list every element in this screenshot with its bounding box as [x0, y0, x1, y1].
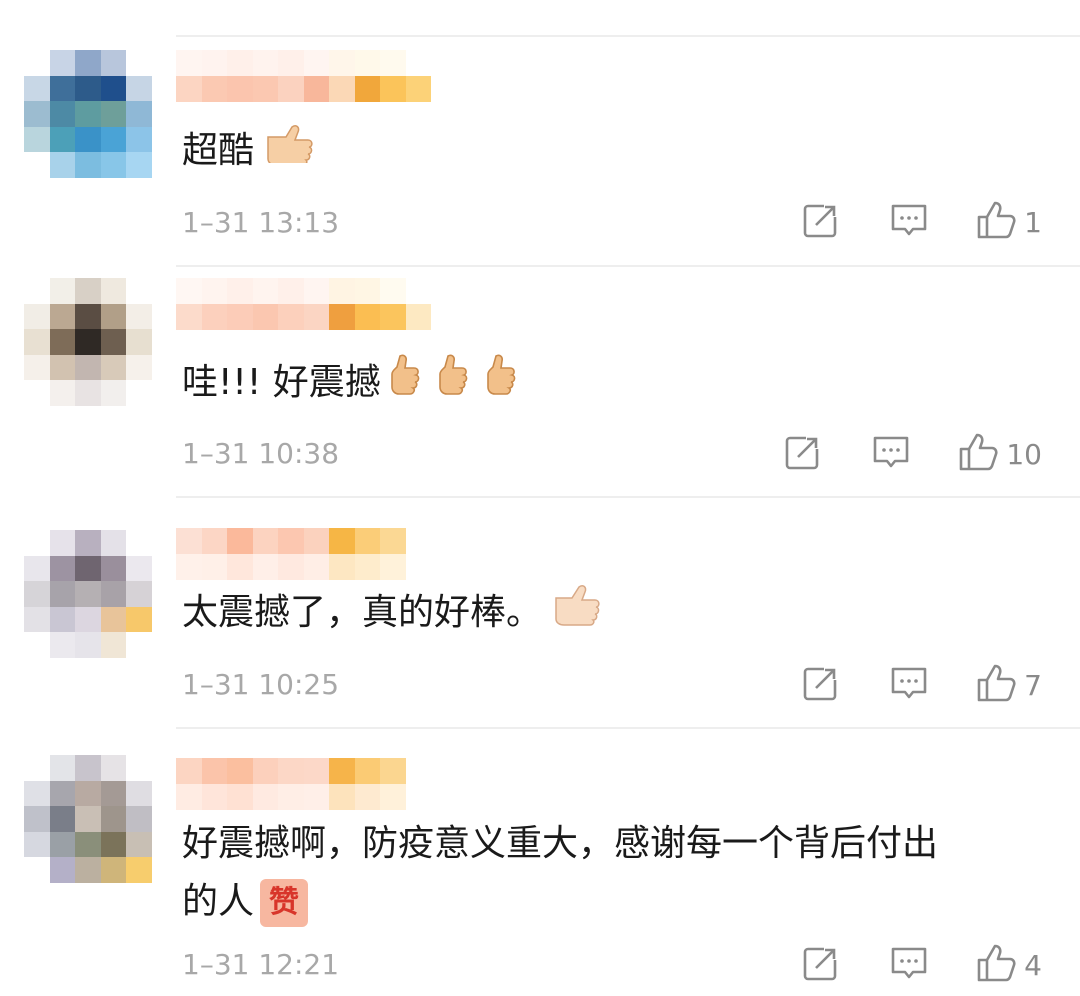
- divider: [176, 35, 1080, 37]
- comment-actions: 7: [802, 663, 1042, 707]
- username-blurred[interactable]: [176, 758, 431, 810]
- comment-time: 1–31 10:38: [182, 437, 340, 470]
- share-icon[interactable]: [802, 201, 840, 243]
- comment-actions: 4: [802, 943, 1042, 987]
- comment-actions: 10: [784, 432, 1042, 476]
- comment-text: 超酷: [182, 122, 314, 181]
- avatar[interactable]: [24, 50, 152, 178]
- comment-actions: 1: [802, 200, 1042, 244]
- reply-icon[interactable]: [890, 201, 928, 243]
- comment-text: 哇!!! 好震撼: [182, 352, 519, 416]
- like-count: 4: [1024, 948, 1042, 982]
- username-blurred[interactable]: [176, 278, 457, 330]
- reply-icon[interactable]: [872, 433, 910, 475]
- username-blurred[interactable]: [176, 50, 431, 102]
- thumbs-up-icon: [550, 582, 602, 646]
- username-blurred[interactable]: [176, 528, 431, 580]
- comment-time: 1–31 13:13: [182, 206, 340, 239]
- like-count: 7: [1024, 668, 1042, 702]
- share-icon[interactable]: [784, 433, 822, 475]
- comment-time: 1–31 12:21: [182, 948, 340, 981]
- comment-time: 1–31 10:25: [182, 668, 340, 701]
- divider: [176, 496, 1080, 498]
- thumbs-up-icon: [389, 352, 423, 416]
- share-icon[interactable]: [802, 944, 840, 986]
- share-icon[interactable]: [802, 664, 840, 706]
- reply-icon[interactable]: [890, 944, 928, 986]
- zan-sticker-icon: 赞: [260, 879, 309, 927]
- divider: [176, 265, 1080, 267]
- comment-text: 太震撼了，真的好棒。: [182, 582, 602, 646]
- avatar[interactable]: [24, 278, 152, 406]
- divider: [176, 727, 1080, 729]
- comment-text: 好震撼啊，防疫意义重大，感谢每一个背后付出: [182, 815, 938, 873]
- like-icon[interactable]: [976, 200, 1016, 244]
- avatar[interactable]: [24, 530, 152, 658]
- like-count: 1: [1024, 205, 1042, 239]
- reply-icon[interactable]: [890, 664, 928, 706]
- avatar[interactable]: [24, 755, 152, 883]
- like-icon[interactable]: [976, 663, 1016, 707]
- thumbs-up-icon: [437, 352, 471, 416]
- comment-text-line: 好震撼啊，防疫意义重大，感谢每一个背后付出: [182, 823, 939, 864]
- like-icon[interactable]: [958, 432, 998, 476]
- like-icon[interactable]: [976, 943, 1016, 987]
- thumbs-up-icon: [262, 123, 314, 181]
- comment-text: 的人赞: [182, 873, 309, 931]
- like-count: 10: [1006, 437, 1042, 471]
- thumbs-up-icon: [485, 352, 519, 416]
